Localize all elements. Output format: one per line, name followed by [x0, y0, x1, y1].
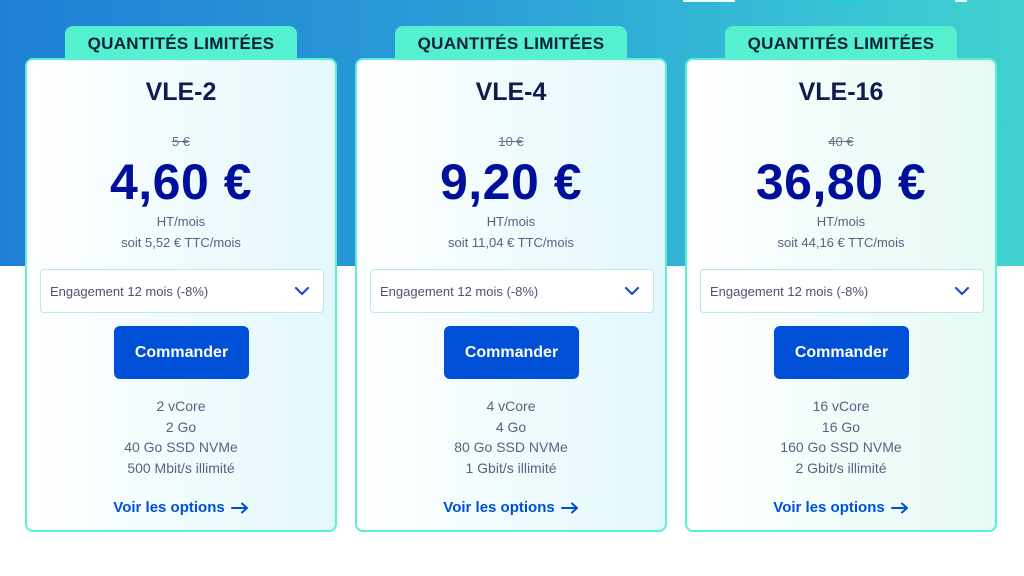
old-price: 40 € [828, 134, 854, 149]
limited-quantity-badge: QUANTITÉS LIMITÉES [725, 26, 957, 62]
arrow-right-icon [560, 502, 578, 513]
price: 36,80 € [755, 154, 927, 210]
plan-name: VLE-4 [475, 78, 547, 106]
spec-storage: 40 Go SSD NVMe [124, 439, 238, 456]
spec-ram: 16 Go [821, 418, 861, 435]
price-ttc: soit 11,04 € TTC/mois [448, 235, 574, 250]
plan-card-vle-16: QUANTITÉS LIMITÉES VLE-16 40 € 36,80 € H… [685, 26, 997, 532]
chevron-down-icon [954, 286, 970, 296]
spec-list: 16 vCore 16 Go 160 Go SSD NVMe 2 Gbit/s … [687, 396, 995, 479]
price-ttc: soit 44,16 € TTC/mois [777, 235, 905, 250]
spec-cpu: 4 vCore [486, 398, 536, 414]
order-button[interactable]: Commander [774, 326, 909, 379]
engagement-selected: Engagement 12 mois (-8%) [710, 283, 869, 299]
see-options-link[interactable]: Voir les options [27, 499, 335, 516]
engagement-selected: Engagement 12 mois (-8%) [50, 283, 209, 299]
price: 9,20 € [439, 154, 582, 210]
price-ttc: soit 5,52 € TTC/mois [121, 235, 241, 250]
price-unit: HT/mois [486, 214, 536, 229]
price-unit: HT/mois [816, 214, 866, 229]
plan-name: VLE-16 [798, 78, 884, 106]
engagement-select[interactable]: Engagement 12 mois (-8%) [370, 269, 654, 313]
plan-card-body: VLE-2 5 € 4,60 € HT/mois soit 5,52 € TTC… [25, 58, 337, 532]
old-price: 10 € [498, 134, 524, 149]
spec-list: 2 vCore 2 Go 40 Go SSD NVMe 500 Mbit/s i… [27, 396, 335, 479]
chevron-down-icon [294, 286, 310, 296]
see-options-label: Voir les options [443, 499, 555, 516]
limited-quantity-badge: QUANTITÉS LIMITÉES [65, 26, 297, 62]
plan-card-body: VLE-16 40 € 36,80 € HT/mois soit 44,16 €… [685, 58, 997, 532]
engagement-select[interactable]: Engagement 12 mois (-8%) [40, 269, 324, 313]
plan-name: VLE-2 [145, 78, 217, 106]
top-fragment [683, 0, 735, 2]
old-price: 5 € [171, 134, 191, 149]
see-options-label: Voir les options [773, 499, 885, 516]
top-fragment [955, 0, 967, 2]
spec-bandwidth: 2 Gbit/s illimité [795, 460, 887, 477]
spec-cpu: 16 vCore [812, 398, 870, 414]
see-options-label: Voir les options [113, 499, 225, 516]
spec-ram: 4 Go [495, 418, 527, 435]
plan-card-vle-2: QUANTITÉS LIMITÉES VLE-2 5 € 4,60 € HT/m… [25, 26, 337, 532]
engagement-selected: Engagement 12 mois (-8%) [380, 283, 539, 299]
limited-quantity-badge: QUANTITÉS LIMITÉES [395, 26, 627, 62]
see-options-link[interactable]: Voir les options [687, 499, 995, 516]
spec-list: 4 vCore 4 Go 80 Go SSD NVMe 1 Gbit/s ill… [357, 396, 665, 479]
price-unit: HT/mois [156, 214, 206, 229]
chevron-down-icon [624, 286, 640, 296]
order-button[interactable]: Commander [114, 326, 249, 379]
plan-card-vle-4: QUANTITÉS LIMITÉES VLE-4 10 € 9,20 € HT/… [355, 26, 667, 532]
order-button[interactable]: Commander [444, 326, 579, 379]
spec-storage: 160 Go SSD NVMe [780, 439, 902, 456]
price: 4,60 € [109, 154, 252, 210]
arrow-right-icon [890, 502, 908, 513]
plan-card-body: VLE-4 10 € 9,20 € HT/mois soit 11,04 € T… [355, 58, 667, 532]
see-options-link[interactable]: Voir les options [357, 499, 665, 516]
spec-cpu: 2 vCore [156, 398, 206, 414]
spec-bandwidth: 1 Gbit/s illimité [465, 460, 557, 477]
spec-storage: 80 Go SSD NVMe [454, 439, 568, 456]
arrow-right-icon [230, 502, 248, 513]
spec-bandwidth: 500 Mbit/s illimité [127, 460, 235, 477]
spec-ram: 2 Go [165, 418, 197, 435]
engagement-select[interactable]: Engagement 12 mois (-8%) [700, 269, 984, 313]
